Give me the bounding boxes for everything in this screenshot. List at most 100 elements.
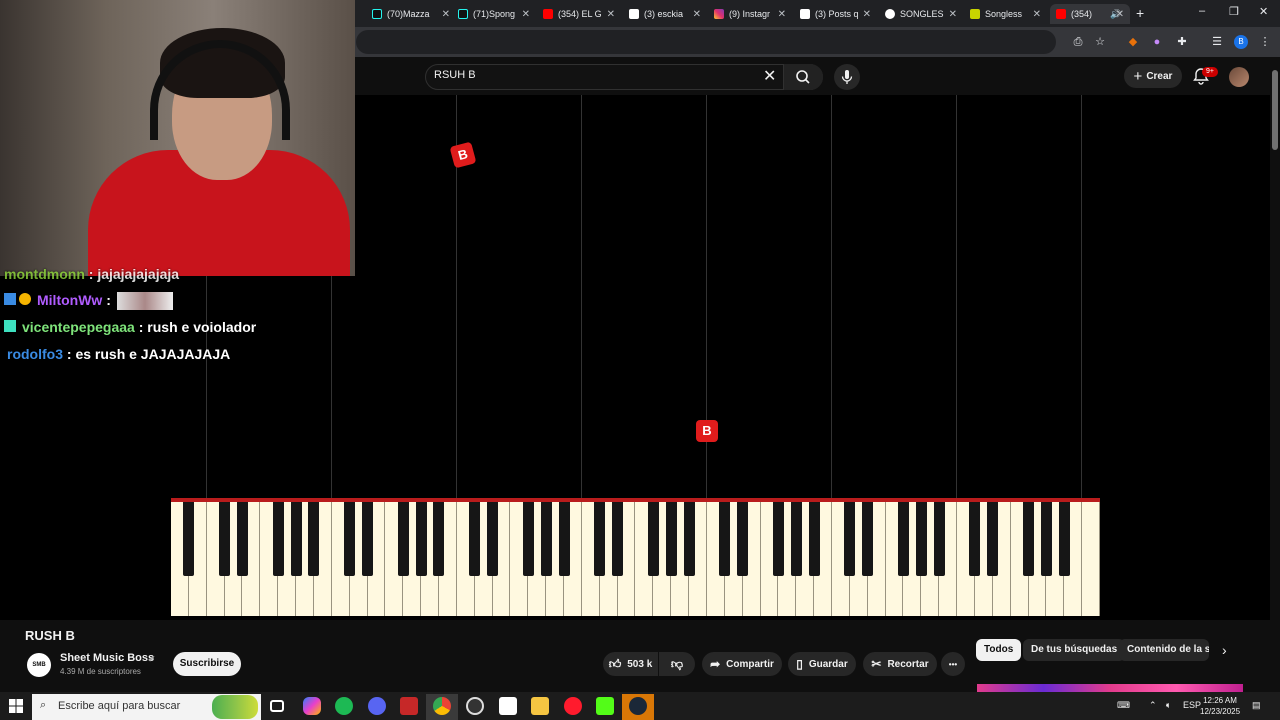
channel-avatar[interactable]: SMB [27,653,51,677]
tab-label: (9) Instagr [729,9,771,19]
chip-from-searches[interactable]: De tus búsquedas [1023,639,1126,661]
touch-keyboard-icon[interactable]: ⌨ [1117,700,1130,711]
address-bar[interactable] [356,30,1056,54]
google-icon [885,9,895,19]
browser-tab-active[interactable]: (354) 🔊 ✕ [1050,4,1130,24]
game-app-icon[interactable] [400,697,418,715]
piano-black-key [844,502,856,576]
chevron-right-icon[interactable]: › [1222,642,1227,658]
extension-icon[interactable]: ◆ [1126,35,1140,49]
lane-divider [1081,95,1082,500]
opera-icon[interactable] [564,697,582,715]
browser-tab[interactable]: (354) EL G ✕ [543,4,615,24]
minimize-button[interactable]: – [1199,5,1205,17]
menu-icon[interactable]: ⋮ [1258,35,1272,49]
steam-icon[interactable] [629,697,647,715]
chat-username: MiltonWw [37,292,103,308]
discord-icon[interactable] [368,697,386,715]
chrome-icon[interactable] [433,697,451,715]
close-icon[interactable]: ✕ [863,9,871,20]
share-button[interactable]: ➦ Compartir [702,652,782,676]
thumbs-up-icon: 👍︎ [608,656,622,671]
task-view-icon[interactable] [270,700,284,712]
bookmark-star-icon[interactable]: ☆ [1093,35,1107,49]
volume-icon[interactable]: 🔈︎ [1166,700,1171,711]
browser-tab[interactable]: (9) Instagr ✕ [714,4,786,24]
kick-icon[interactable] [596,697,614,715]
chat-message: vicentepepegaaa : rush e voiolador [4,319,256,335]
search-query[interactable]: RSUH B [434,69,476,81]
copilot-icon[interactable] [303,697,321,715]
close-icon[interactable]: ✕ [949,9,957,20]
piano-black-key [272,502,284,576]
spotify-icon[interactable] [335,697,353,715]
lane-divider [581,95,582,500]
like-button[interactable]: 👍︎ 503 k [603,652,658,676]
create-button[interactable]: + Crear [1124,64,1182,88]
browser-tab[interactable]: (3) Posts q ✕ [800,4,871,24]
piano-black-key [183,502,195,576]
extension-icon[interactable]: ● [1150,35,1164,49]
taskbar-clock[interactable]: 12:26 AM 12/23/2025 [1200,695,1240,717]
windows-start-icon[interactable] [8,698,24,714]
piano-black-key [933,502,945,576]
badge-icon [4,293,16,305]
clip-button[interactable]: ✂ Recortar [863,652,937,676]
piano-black-key [772,502,784,576]
file-explorer-icon[interactable] [531,697,549,715]
x-icon [800,9,810,19]
maximize-button[interactable]: ❐ [1229,5,1239,18]
more-actions-button[interactable]: ••• [941,652,965,676]
scrollbar-thumb[interactable] [1272,70,1278,150]
channel-name[interactable]: Sheet Music Boss [60,652,154,664]
reading-list-icon[interactable]: ☰ [1210,35,1224,49]
taskbar-search-placeholder[interactable]: Escribe aquí para buscar [58,700,180,712]
close-icon[interactable]: ✕ [607,9,615,20]
close-icon[interactable]: ✕ [693,9,701,20]
browser-tab[interactable]: (71)Spong ✕ [458,4,530,24]
browser-tab[interactable]: (3) esckia ✕ [629,4,701,24]
verified-icon: ✔ [148,654,156,664]
profile-icon[interactable]: B [1234,35,1248,49]
clear-search-icon[interactable]: ✕ [763,66,776,86]
browser-tab[interactable]: SONGLES ✕ [885,4,957,24]
close-icon[interactable]: ✕ [442,9,450,20]
install-icon[interactable]: ⎙ [1071,35,1085,49]
piano-black-key [969,502,981,576]
language-indicator[interactable]: ESP [1183,700,1201,710]
badge-icon [19,293,31,305]
user-avatar[interactable] [1229,67,1249,87]
browser-tab[interactable]: Songless ✕ [970,4,1041,24]
close-icon[interactable]: ✕ [778,9,786,20]
voice-search-button[interactable] [834,64,860,90]
piano-black-key [862,502,874,576]
close-icon[interactable]: ✕ [1033,9,1041,20]
lane-divider [831,95,832,500]
dislike-button[interactable]: 👎︎ [659,652,695,676]
youtube-icon [1056,9,1066,19]
piano-black-key [612,502,624,576]
search-highlight-image[interactable] [212,695,258,719]
search-button[interactable] [783,64,823,90]
close-icon[interactable]: ✕ [1116,9,1124,20]
plus-icon: + [1133,67,1143,85]
save-button[interactable]: ▯ Guardar [788,652,856,676]
page-scrollbar[interactable] [1270,57,1280,692]
chip-all[interactable]: Todos [976,639,1022,661]
subscribe-button[interactable]: Suscribirse [173,652,241,676]
browser-tab[interactable]: (70)Mazza ✕ [372,4,450,24]
extensions-puzzle-icon[interactable]: ✚ [1175,35,1189,49]
obs-icon[interactable] [466,697,484,715]
notification-center-icon[interactable]: ▤ [1252,700,1261,711]
piano-black-key [469,502,481,576]
close-window-button[interactable]: ✕ [1259,5,1268,18]
piano-black-key [290,502,302,576]
app-icon[interactable] [499,697,517,715]
close-icon[interactable]: ✕ [522,9,530,20]
chip-series-content[interactable]: Contenido de la ser [1119,639,1209,661]
piano-black-key [1040,502,1052,576]
piano-black-key [1058,502,1070,576]
show-hidden-icons[interactable]: ⌃ [1149,700,1157,711]
new-tab-button[interactable]: + [1136,5,1144,21]
related-video-thumbnail[interactable] [977,684,1243,692]
